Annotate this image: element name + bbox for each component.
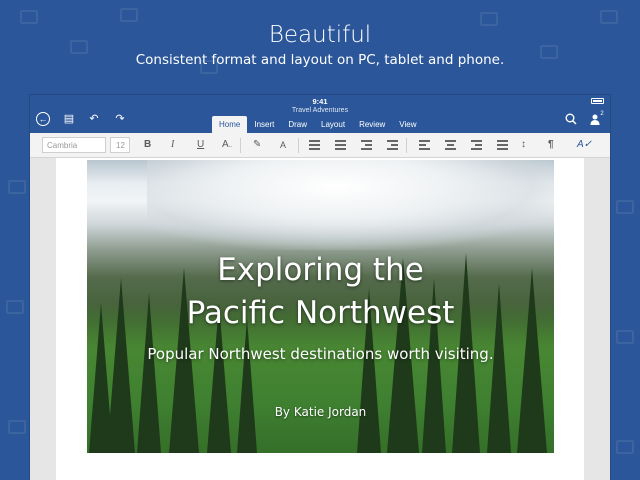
back-arrow-icon: ← <box>36 112 50 126</box>
promo-subtitle: Consistent format and layout on PC, tabl… <box>135 52 505 68</box>
justify-icon <box>497 140 508 150</box>
align-left-icon <box>419 140 430 150</box>
home-ribbon: Cambria 12 B I U A.. ✎ A ↕ ¶ A✓ <box>30 133 610 158</box>
undo-icon: ↶ <box>89 112 99 125</box>
align-center-button[interactable] <box>445 138 456 152</box>
share-count: 2 <box>600 111 604 117</box>
cover-mountain <box>147 160 554 250</box>
share-people-icon <box>590 114 600 125</box>
styles-button[interactable]: A✓ <box>577 138 592 152</box>
background-doc-icon <box>616 330 634 344</box>
cover-title-line1: Exploring the <box>217 252 424 288</box>
undo-button[interactable]: ↶ <box>87 112 101 126</box>
background-doc-icon <box>616 200 634 214</box>
background-doc-icon <box>8 420 26 434</box>
cover-subtitle: Popular Northwest destinations worth vis… <box>147 345 494 363</box>
bullet-list-icon <box>309 140 320 150</box>
tab-draw[interactable]: Draw <box>281 116 314 133</box>
text-effects-button[interactable]: A.. <box>222 138 232 152</box>
document-canvas[interactable]: Exploring the Pacific Northwest Popular … <box>30 158 610 480</box>
paragraph-marks-button[interactable]: ¶ <box>548 138 554 152</box>
line-spacing-button[interactable]: ↕ <box>521 138 526 152</box>
font-name-field[interactable]: Cambria <box>42 137 106 153</box>
cover-tree <box>237 318 257 453</box>
file-icon: ▤ <box>63 112 75 125</box>
align-center-icon <box>445 140 456 150</box>
align-left-button[interactable] <box>419 138 430 152</box>
background-doc-icon <box>120 8 138 22</box>
tab-home[interactable]: Home <box>212 116 248 133</box>
increase-indent-button[interactable] <box>387 138 398 152</box>
decrease-indent-button[interactable] <box>361 138 372 152</box>
numbered-list-icon <box>335 140 346 150</box>
cover-title-line2: Pacific Northwest <box>186 295 455 331</box>
text-effects-icon: A <box>222 139 229 150</box>
italic-button[interactable]: I <box>171 138 174 152</box>
font-size-field[interactable]: 12 <box>110 137 130 153</box>
title-bar: 9:41 Travel Adventures ← ▤ ↶ ↷ Home Inse… <box>30 95 610 133</box>
status-time: 9:41 <box>312 97 328 106</box>
battery-icon <box>591 98 604 104</box>
file-menu-button[interactable]: ▤ <box>62 112 76 126</box>
word-app-window: 9:41 Travel Adventures ← ▤ ↶ ↷ Home Inse… <box>30 95 610 480</box>
bullets-button[interactable] <box>309 138 320 152</box>
styles-icon: A✓ <box>577 139 593 150</box>
cover-author: By Katie Jordan <box>274 405 367 419</box>
cover-image[interactable]: Exploring the Pacific Northwest Popular … <box>87 160 554 453</box>
tab-layout[interactable]: Layout <box>314 116 352 133</box>
underline-button[interactable]: U <box>197 138 204 152</box>
ribbon-tabs: Home Insert Draw Layout Review View <box>212 116 424 133</box>
search-button[interactable] <box>564 112 578 126</box>
tab-review[interactable]: Review <box>352 116 392 133</box>
justify-button[interactable] <box>497 138 508 152</box>
font-color-icon: A <box>280 140 287 150</box>
highlight-button[interactable]: ✎ <box>253 138 261 152</box>
ribbon-divider <box>298 138 299 153</box>
decrease-indent-icon <box>361 140 372 150</box>
redo-icon: ↷ <box>115 112 125 125</box>
increase-indent-icon <box>387 140 398 150</box>
align-right-icon <box>471 140 482 150</box>
numbering-button[interactable] <box>335 138 346 152</box>
align-right-button[interactable] <box>471 138 482 152</box>
line-spacing-icon: ↕ <box>521 139 526 150</box>
redo-button[interactable]: ↷ <box>113 112 127 126</box>
background-doc-icon <box>6 300 24 314</box>
document-page[interactable]: Exploring the Pacific Northwest Popular … <box>56 158 584 480</box>
tab-insert[interactable]: Insert <box>247 116 281 133</box>
ribbon-divider <box>240 138 241 153</box>
promo-title: Beautiful <box>268 22 372 48</box>
background-doc-icon <box>8 180 26 194</box>
tab-view[interactable]: View <box>392 116 423 133</box>
back-button[interactable]: ← <box>36 112 50 126</box>
highlighter-icon: ✎ <box>253 139 262 150</box>
font-color-button[interactable]: A <box>280 138 286 152</box>
ribbon-divider <box>406 138 407 153</box>
bold-button[interactable]: B <box>144 138 151 152</box>
share-button[interactable]: 2 <box>588 111 606 126</box>
search-icon <box>565 113 577 125</box>
background-doc-icon <box>616 440 634 454</box>
